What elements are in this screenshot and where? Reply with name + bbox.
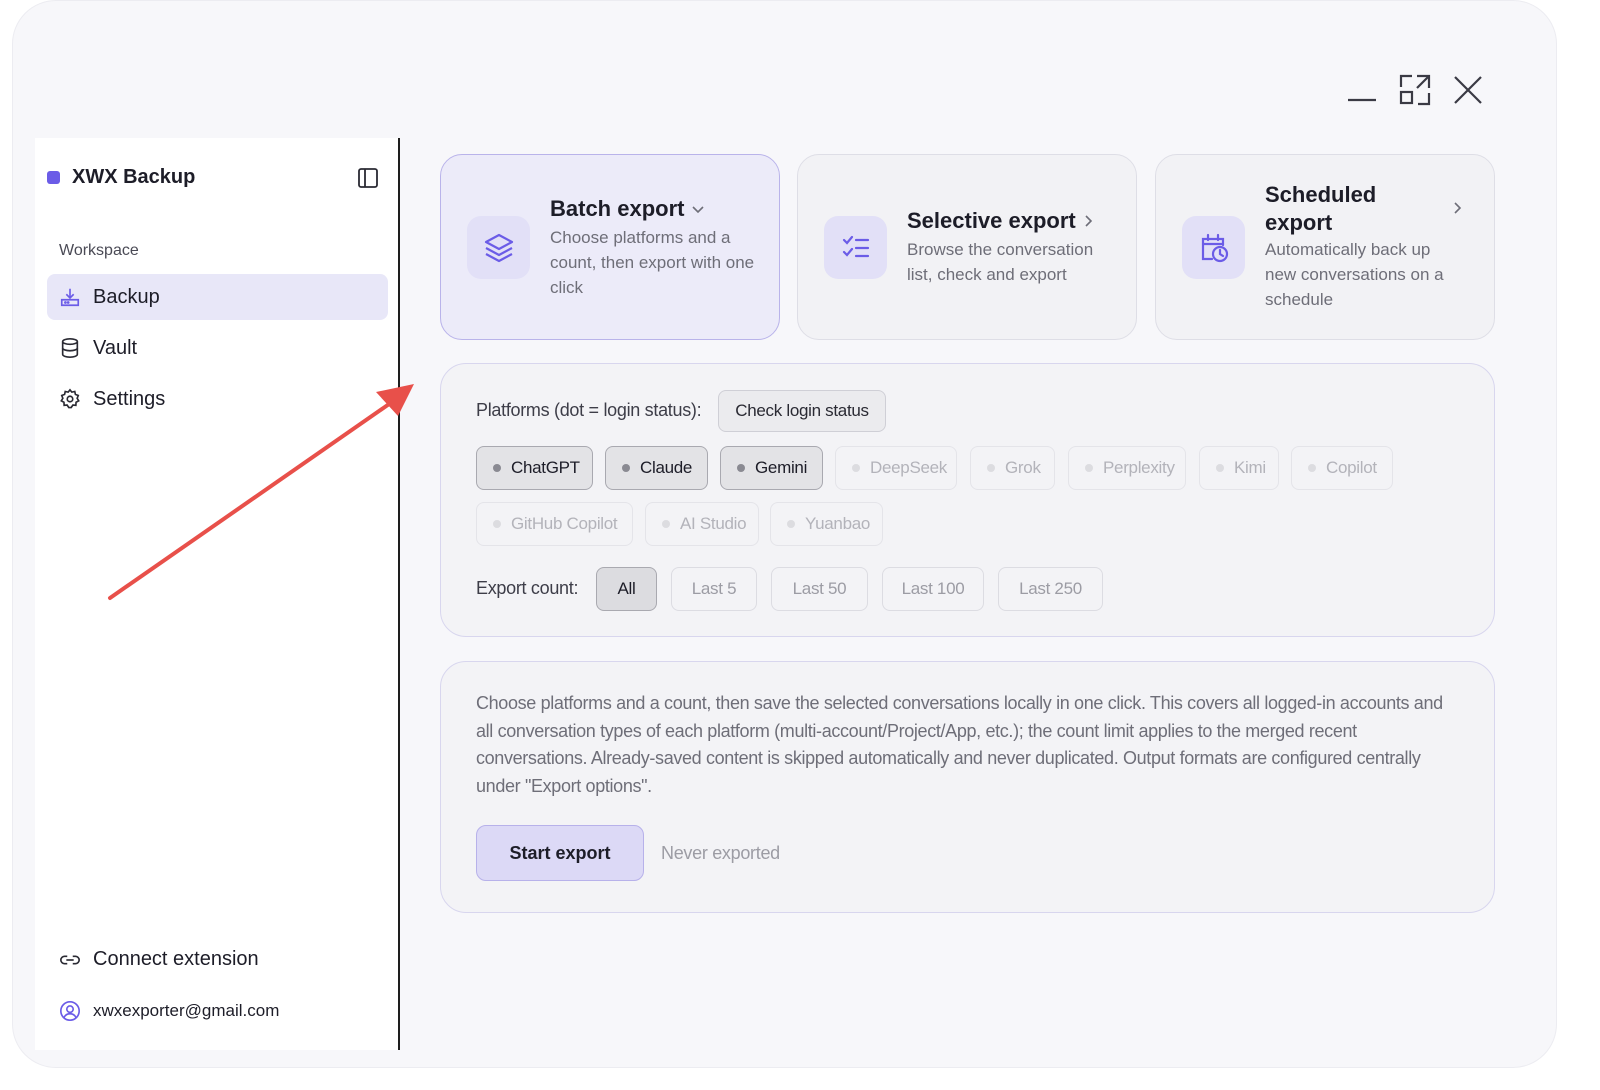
- count-option-last-100[interactable]: Last 100: [882, 567, 984, 611]
- start-export-button[interactable]: Start export: [476, 825, 644, 881]
- platform-chip-kimi[interactable]: Kimi: [1199, 446, 1279, 490]
- count-option-all[interactable]: All: [596, 567, 657, 611]
- layers-icon: [467, 216, 530, 279]
- mode-card-desc: Automatically back up new conversations …: [1265, 240, 1444, 309]
- connect-extension-link[interactable]: Connect extension: [59, 948, 259, 971]
- mode-card-desc: Browse the conversation list, check and …: [907, 240, 1094, 284]
- login-status-dot: [987, 464, 995, 472]
- checklist-icon: [824, 216, 887, 279]
- platform-name: Kimi: [1234, 458, 1266, 477]
- count-option-last-50[interactable]: Last 50: [771, 567, 868, 611]
- mode-card-scheduled-export[interactable]: Scheduled export Automatically back up n…: [1155, 154, 1495, 340]
- platform-chip-claude[interactable]: Claude: [605, 446, 708, 490]
- batch-export-info-panel: Choose platforms and a count, then save …: [440, 661, 1495, 913]
- account-email: xwxexporter@gmail.com: [93, 1001, 280, 1020]
- platform-name: GitHub Copilot: [511, 514, 618, 533]
- platform-name: Claude: [640, 458, 693, 477]
- sidebar-item-label: Backup: [93, 285, 160, 308]
- platforms-label: Platforms (dot = login status):: [476, 400, 702, 420]
- platform-chip-chatgpt[interactable]: ChatGPT: [476, 446, 593, 490]
- section-label-workspace: Workspace: [59, 242, 139, 259]
- platform-chip-copilot[interactable]: Copilot: [1291, 446, 1393, 490]
- login-status-dot: [662, 520, 670, 528]
- platform-name: Perplexity: [1103, 458, 1175, 477]
- chevron-down-icon: [692, 206, 704, 214]
- login-status-dot: [493, 520, 501, 528]
- mode-card-title: Selective export: [907, 208, 1076, 233]
- download-tray-icon: [60, 288, 80, 307]
- sidebar: XWX Backup Workspace Backup Vault Settin…: [35, 138, 400, 1050]
- connect-extension-link-wrap: Connect extension: [59, 948, 259, 971]
- account-row: xwxexporter@gmail.com: [59, 1000, 279, 1022]
- login-status-dot: [1085, 464, 1093, 472]
- sidebar-item-backup[interactable]: Backup: [47, 274, 388, 320]
- chevron-right-icon: [1454, 202, 1462, 214]
- sidebar-item-settings[interactable]: Settings: [47, 376, 388, 422]
- platform-name: Copilot: [1326, 458, 1377, 477]
- gear-icon: [60, 388, 80, 409]
- link-icon: [60, 955, 80, 964]
- database-icon: [61, 338, 79, 358]
- login-status-dot: [1216, 464, 1224, 472]
- close-icon[interactable]: [1451, 73, 1485, 107]
- batch-export-description: Choose platforms and a count, then save …: [476, 693, 1443, 797]
- login-status-dot: [493, 464, 501, 472]
- calendar-clock-icon: [1182, 216, 1245, 279]
- check-login-status-button[interactable]: Check login status: [718, 390, 886, 432]
- platform-chip-gemini[interactable]: Gemini: [720, 446, 823, 490]
- sidebar-toggle-icon[interactable]: [356, 166, 380, 190]
- mode-card-desc: Choose platforms and a count, then expor…: [550, 228, 755, 297]
- login-status-dot: [737, 464, 745, 472]
- export-options-panel: Platforms (dot = login status): Check lo…: [440, 363, 1495, 637]
- app-title: XWX Backup: [72, 166, 196, 188]
- sidebar-item-label: Vault: [93, 336, 138, 359]
- platform-name: AI Studio: [680, 514, 747, 533]
- platform-chip-ai-studio[interactable]: AI Studio: [645, 502, 759, 546]
- account-link[interactable]: xwxexporter@gmail.com: [59, 1000, 279, 1022]
- platform-name: Grok: [1005, 458, 1041, 477]
- platform-chip-grok[interactable]: Grok: [970, 446, 1055, 490]
- chevron-right-icon: [1085, 215, 1093, 227]
- platform-chip-yuanbao[interactable]: Yuanbao: [770, 502, 883, 546]
- mode-card-title: Scheduled export: [1265, 182, 1377, 235]
- export-count-label: Export count:: [476, 578, 579, 598]
- platform-name: ChatGPT: [511, 458, 580, 477]
- platform-chip-github-copilot[interactable]: GitHub Copilot: [476, 502, 633, 546]
- maximize-icon[interactable]: [1398, 73, 1432, 107]
- platform-chip-deepseek[interactable]: DeepSeek: [835, 446, 957, 490]
- sidebar-item-label: Settings: [93, 387, 166, 410]
- user-circle-icon: [60, 1001, 80, 1021]
- platform-name: DeepSeek: [870, 458, 947, 477]
- mode-card-batch-export[interactable]: Batch export Choose platforms and a coun…: [440, 154, 780, 340]
- count-option-last-5[interactable]: Last 5: [671, 567, 757, 611]
- brand-logo-icon: [47, 171, 60, 184]
- login-status-dot: [787, 520, 795, 528]
- mode-card-title: Batch export: [550, 196, 685, 221]
- platform-name: Yuanbao: [805, 514, 871, 533]
- brand: XWX Backup: [47, 166, 195, 189]
- sidebar-nav: Backup Vault Settings: [47, 274, 388, 427]
- login-status-dot: [622, 464, 630, 472]
- platform-name: Gemini: [755, 458, 808, 477]
- count-option-last-250[interactable]: Last 250: [998, 567, 1103, 611]
- last-export-status: Never exported: [661, 843, 780, 863]
- sidebar-item-vault[interactable]: Vault: [47, 325, 388, 371]
- connect-extension-label: Connect extension: [93, 948, 259, 970]
- mode-card-selective-export[interactable]: Selective export Browse the conversation…: [797, 154, 1137, 340]
- platform-chip-perplexity[interactable]: Perplexity: [1068, 446, 1186, 490]
- minimize-icon[interactable]: [1345, 73, 1379, 107]
- app-window: XWX Backup Workspace Backup Vault Settin…: [12, 0, 1557, 1068]
- login-status-dot: [1308, 464, 1316, 472]
- login-status-dot: [852, 464, 860, 472]
